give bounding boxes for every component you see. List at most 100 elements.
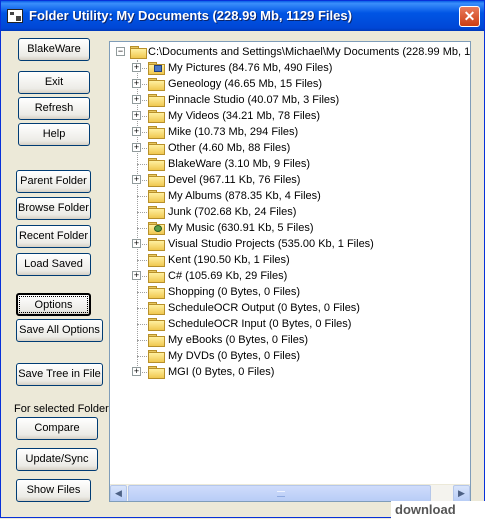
music-note-icon	[154, 225, 162, 232]
tree-item-label: Pinnacle Studio (40.07 Mb, 3 Files)	[168, 94, 340, 106]
tree-item-label: BlakeWare (3.10 Mb, 9 Files)	[168, 158, 311, 170]
exit-button[interactable]: Exit	[18, 71, 90, 94]
folder-open-icon	[130, 46, 147, 59]
folder-icon	[148, 206, 165, 219]
folder-icon	[148, 110, 165, 123]
tree-item[interactable]: My DVDs (0 Bytes, 0 Files)	[110, 348, 470, 364]
update-sync-button[interactable]: Update/Sync	[16, 448, 98, 471]
folder-icon	[148, 286, 165, 299]
tree-item-label: Mike (10.73 Mb, 294 Files)	[168, 126, 299, 138]
blakeware-button[interactable]: BlakeWare	[18, 38, 90, 61]
scroll-left-icon[interactable]: ◀	[110, 485, 127, 501]
load-saved-button[interactable]: Load Saved	[16, 253, 91, 276]
compare-button[interactable]: Compare	[16, 417, 98, 440]
expand-icon[interactable]: +	[132, 63, 141, 72]
folder-tree[interactable]: − C:\Documents and Settings\Michael\My D…	[109, 41, 471, 502]
tree-item[interactable]: My Albums (878.35 Kb, 4 Files)	[110, 188, 470, 204]
tree-item[interactable]: + Mike (10.73 Mb, 294 Files)	[110, 124, 470, 140]
tree-item[interactable]: ScheduleOCR Output (0 Bytes, 0 Files)	[110, 300, 470, 316]
folder-icon	[148, 158, 165, 171]
close-button[interactable]: ✕	[459, 6, 480, 27]
tree-item[interactable]: + MGI (0 Bytes, 0 Files)	[110, 364, 470, 380]
folder-icon	[148, 174, 165, 187]
tree-root-row[interactable]: − C:\Documents and Settings\Michael\My D…	[110, 44, 470, 60]
for-selected-folder-label: For selected Folder	[14, 403, 109, 415]
expand-icon[interactable]: +	[132, 271, 141, 280]
folder-icon	[148, 78, 165, 91]
expand-icon[interactable]: +	[132, 239, 141, 248]
expand-icon[interactable]: +	[132, 95, 141, 104]
expand-icon[interactable]: +	[132, 175, 141, 184]
tree-item-label: ScheduleOCR Input (0 Bytes, 0 Files)	[168, 318, 352, 330]
help-button[interactable]: Help	[18, 123, 90, 146]
tree-item[interactable]: + Visual Studio Projects (535.00 Kb, 1 Fi…	[110, 236, 470, 252]
tree-item-label: Shopping (0 Bytes, 0 Files)	[168, 286, 301, 298]
tree-item-label: ScheduleOCR Output (0 Bytes, 0 Files)	[168, 302, 360, 314]
folder-icon	[148, 126, 165, 139]
expand-icon[interactable]: +	[132, 143, 141, 152]
tree-item[interactable]: + Pinnacle Studio (40.07 Mb, 3 Files)	[110, 92, 470, 108]
scrollbar-thumb[interactable]	[128, 485, 431, 501]
tree-item[interactable]: + My Videos (34.21 Mb, 78 Files)	[110, 108, 470, 124]
watermark: download	[391, 501, 485, 519]
tree-item[interactable]: My eBooks (0 Bytes, 0 Files)	[110, 332, 470, 348]
tree-item-label: Geneology (46.65 Mb, 15 Files)	[168, 78, 323, 90]
refresh-button[interactable]: Refresh	[18, 97, 90, 120]
folder-icon	[148, 254, 165, 267]
expand-icon[interactable]: +	[132, 127, 141, 136]
folder-icon	[148, 142, 165, 155]
tree-item-label: My DVDs (0 Bytes, 0 Files)	[168, 350, 301, 362]
tree-item[interactable]: Junk (702.68 Kb, 24 Files)	[110, 204, 470, 220]
tree-root-label: C:\Documents and Settings\Michael\My Doc…	[148, 46, 470, 58]
folder-icon	[148, 302, 165, 315]
tree-item[interactable]: Shopping (0 Bytes, 0 Files)	[110, 284, 470, 300]
parent-folder-button[interactable]: Parent Folder	[16, 170, 91, 193]
folder-icon	[148, 366, 165, 379]
options-button[interactable]: Options	[16, 293, 91, 316]
grip-icon	[277, 491, 285, 497]
browse-folder-button[interactable]: Browse Folder	[16, 197, 91, 220]
pictures-folder-icon	[148, 62, 165, 75]
tree-item-label: Kent (190.50 Kb, 1 Files)	[168, 254, 290, 266]
tree-item[interactable]: + C# (105.69 Kb, 29 Files)	[110, 268, 470, 284]
horizontal-scrollbar[interactable]: ◀ ▶	[110, 484, 470, 501]
recent-folder-button[interactable]: Recent Folder	[16, 225, 91, 248]
expand-icon[interactable]: +	[132, 79, 141, 88]
tree-item-label: Junk (702.68 Kb, 24 Files)	[168, 206, 297, 218]
folder-icon	[148, 350, 165, 363]
folder-icon	[148, 94, 165, 107]
tree-item-label: My Music (630.91 Kb, 5 Files)	[168, 222, 314, 234]
expand-icon[interactable]: +	[132, 367, 141, 376]
tree-item[interactable]: My Music (630.91 Kb, 5 Files)	[110, 220, 470, 236]
save-all-options-button[interactable]: Save All Options	[16, 319, 103, 342]
folder-icon	[148, 318, 165, 331]
window-title: Folder Utility: My Documents (228.99 Mb,…	[29, 8, 352, 23]
tree-item-label: My Pictures (84.76 Mb, 490 Files)	[168, 62, 333, 74]
app-window: Folder Utility: My Documents (228.99 Mb,…	[0, 0, 485, 519]
tree-item-label: MGI (0 Bytes, 0 Files)	[168, 366, 275, 378]
close-icon: ✕	[463, 8, 476, 24]
tree-item-label: My Videos (34.21 Mb, 78 Files)	[168, 110, 321, 122]
folder-icon	[148, 334, 165, 347]
folder-icon	[148, 238, 165, 251]
tree-item-label: Other (4.60 Mb, 88 Files)	[168, 142, 291, 154]
collapse-icon[interactable]: −	[116, 47, 125, 56]
tree-item[interactable]: + Geneology (46.65 Mb, 15 Files)	[110, 76, 470, 92]
music-folder-icon	[148, 222, 165, 235]
expand-icon[interactable]: +	[132, 111, 141, 120]
folder-icon	[148, 190, 165, 203]
tree-item[interactable]: BlakeWare (3.10 Mb, 9 Files)	[110, 156, 470, 172]
scroll-right-icon[interactable]: ▶	[453, 485, 470, 501]
picture-badge-icon	[154, 65, 162, 72]
tree-item-label: Visual Studio Projects (535.00 Kb, 1 Fil…	[168, 238, 374, 250]
tree-item-label: My eBooks (0 Bytes, 0 Files)	[168, 334, 308, 346]
save-tree-in-file-button[interactable]: Save Tree in File	[16, 363, 103, 386]
title-bar[interactable]: Folder Utility: My Documents (228.99 Mb,…	[1, 1, 484, 31]
folder-icon	[148, 270, 165, 283]
show-files-button[interactable]: Show Files	[16, 479, 91, 502]
tree-item[interactable]: Kent (190.50 Kb, 1 Files)	[110, 252, 470, 268]
tree-item[interactable]: + Devel (967.11 Kb, 76 Files)	[110, 172, 470, 188]
tree-item[interactable]: ScheduleOCR Input (0 Bytes, 0 Files)	[110, 316, 470, 332]
tree-item[interactable]: + My Pictures (84.76 Mb, 490 Files)	[110, 60, 470, 76]
tree-item[interactable]: + Other (4.60 Mb, 88 Files)	[110, 140, 470, 156]
